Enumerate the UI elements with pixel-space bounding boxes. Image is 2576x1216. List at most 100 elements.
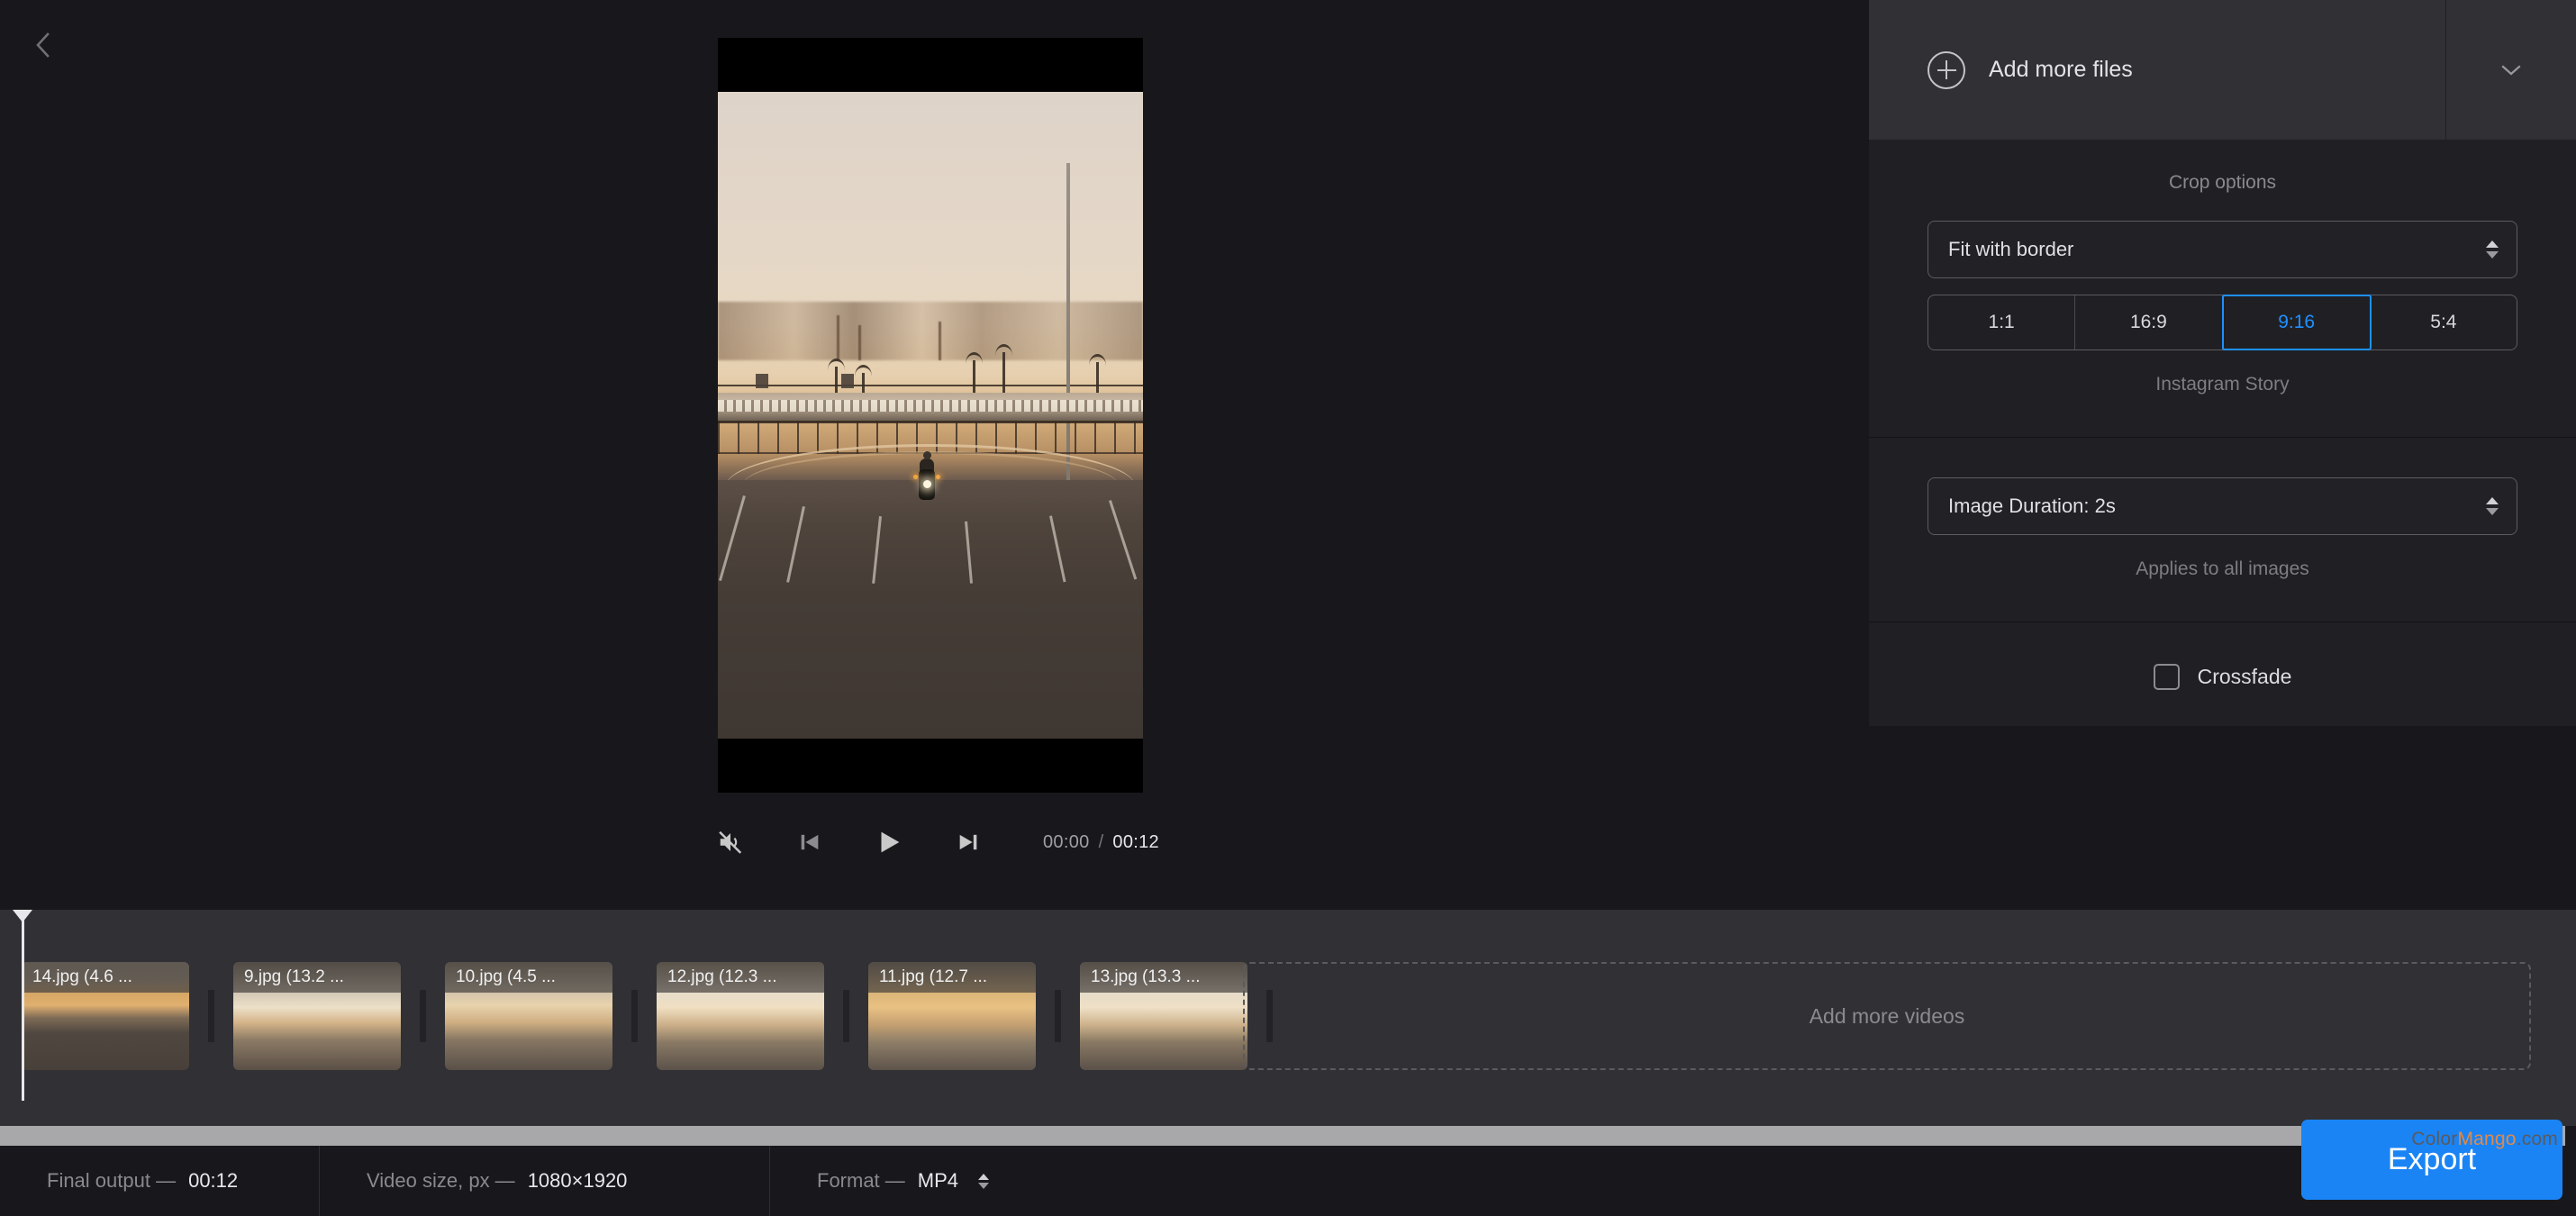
motorcycle-headlight — [922, 479, 931, 488]
skyline-silhouette — [718, 302, 1143, 360]
plus-circle-icon — [1927, 50, 1965, 89]
skip-next-icon — [959, 834, 977, 850]
clip-filename: 9.jpg (13.2 ... — [233, 962, 401, 993]
sign-box-right — [840, 374, 854, 389]
street-lamp-4 — [1089, 354, 1107, 396]
crop-options-title: Crop options — [2168, 172, 2277, 193]
chevron-left-icon — [36, 32, 50, 58]
crossfade-toggle[interactable]: Crossfade — [1927, 664, 2517, 690]
clip-separator — [1036, 962, 1080, 1070]
crossfade-checkbox[interactable] — [2153, 664, 2180, 690]
ratio-label: 1:1 — [1988, 312, 2015, 332]
bridge-balustrade — [718, 399, 1143, 413]
timeline-clip[interactable]: 10.jpg (4.5 ... — [445, 962, 612, 1070]
watermark-part-com: .com — [2516, 1129, 2558, 1149]
main-preview-area: 00:00 / 00:12 — [0, 0, 1869, 910]
mute-button[interactable] — [710, 821, 751, 863]
watermark-part-mango: Mango — [2457, 1129, 2517, 1149]
timeline-clip[interactable]: 9.jpg (13.2 ... — [233, 962, 401, 1070]
image-duration-section: Image Duration: 2s Applies to all images — [1869, 438, 2576, 622]
image-duration-caption: Applies to all images — [2136, 558, 2309, 579]
chevron-down-icon — [2501, 64, 2521, 75]
timeline-clip[interactable]: 14.jpg (4.6 ... — [22, 962, 189, 1070]
overhead-wire — [718, 385, 1143, 387]
lane-marking-6 — [1109, 499, 1138, 580]
clip-filename: 14.jpg (4.6 ... — [22, 962, 189, 993]
letterbox-bottom-bar — [718, 739, 1143, 793]
app-root: 00:00 / 00:12 Add more files Crop option… — [0, 0, 2576, 1216]
video-size-label: Video size, px — — [367, 1169, 515, 1192]
crop-mode-select[interactable]: Fit with border — [1927, 221, 2517, 278]
lane-marking-1 — [719, 495, 747, 581]
player-controls: 00:00 / 00:12 — [0, 815, 1869, 869]
image-duration-value: Image Duration: 2s — [1948, 495, 2116, 517]
timeline-playhead[interactable] — [13, 910, 32, 1101]
final-output-value: 00:12 — [188, 1169, 239, 1192]
add-more-videos-dropzone[interactable]: Add more videos — [1243, 962, 2531, 1070]
image-duration-select[interactable]: Image Duration: 2s — [1927, 477, 2517, 535]
crossfade-label: Crossfade — [2197, 665, 2292, 688]
total-time: 00:12 — [1112, 831, 1159, 852]
video-size-value: 1080×1920 — [527, 1169, 628, 1192]
add-more-files-button[interactable]: Add more files — [1869, 0, 2445, 140]
crossfade-section: Crossfade — [1869, 622, 2576, 726]
lane-marking-3 — [872, 516, 883, 584]
format-label: Format — — [817, 1169, 905, 1192]
watermark-part-color: Color — [2411, 1129, 2458, 1149]
spire-right — [939, 321, 942, 360]
blinker-right — [935, 474, 940, 479]
skip-previous-icon — [801, 834, 819, 850]
previous-button[interactable] — [789, 821, 830, 863]
next-button[interactable] — [948, 821, 989, 863]
clip-separator — [824, 962, 868, 1070]
ratio-label: 16:9 — [2129, 312, 2167, 332]
ratio-label: 5:4 — [2430, 312, 2457, 332]
timeline-clip[interactable]: 13.jpg (13.3 ... — [1080, 962, 1247, 1070]
play-button[interactable] — [868, 821, 910, 863]
street-lamp-1 — [827, 358, 845, 396]
timeline-horizontal-scrollbar[interactable] — [0, 1126, 2565, 1146]
current-time: 00:00 — [1043, 831, 1090, 852]
blinker-left — [912, 474, 918, 479]
timeline-clip[interactable]: 12.jpg (12.3 ... — [657, 962, 824, 1070]
timeline-clip[interactable]: 11.jpg (12.7 ... — [868, 962, 1036, 1070]
clip-filename: 11.jpg (12.7 ... — [868, 962, 1036, 993]
ratio-option-5-4[interactable]: 5:4 — [2371, 295, 2517, 349]
timeline-clip-list: 14.jpg (4.6 ... 9.jpg (13.2 ... 10.jpg (… — [22, 962, 1292, 1070]
ratio-label: 9:16 — [2278, 312, 2316, 332]
crop-preset-caption: Instagram Story — [2155, 374, 2290, 395]
aspect-ratio-group: 1:1 16:9 9:16 5:4 — [1927, 295, 2517, 350]
ratio-option-1-1[interactable]: 1:1 — [1928, 295, 2076, 349]
lane-marking-5 — [1049, 515, 1066, 583]
format-selector[interactable]: Format — MP4 — [770, 1146, 1130, 1216]
add-more-videos-label: Add more videos — [1809, 1003, 1965, 1028]
add-more-files-label: Add more files — [1989, 57, 2133, 82]
clip-separator — [189, 962, 233, 1070]
format-value: MP4 — [917, 1169, 959, 1192]
ratio-option-9-16[interactable]: 9:16 — [2221, 295, 2372, 350]
sidebar-header: Add more files — [1869, 0, 2576, 140]
collapse-panel-button[interactable] — [2445, 0, 2576, 140]
timeline[interactable]: 14.jpg (4.6 ... 9.jpg (13.2 ... 10.jpg (… — [0, 910, 2576, 1126]
ratio-option-16-9[interactable]: 16:9 — [2075, 295, 2223, 349]
format-stepper-icon[interactable] — [978, 1173, 990, 1189]
play-icon — [881, 831, 900, 853]
back-button[interactable] — [18, 20, 68, 70]
crop-mode-stepper-icon[interactable] — [2486, 240, 2499, 259]
street-lamp-2 — [966, 351, 984, 396]
final-output-label: Final output — — [47, 1169, 177, 1192]
street-lamp-3 — [995, 343, 1013, 396]
final-output-info: Final output — 00:12 — [0, 1146, 320, 1216]
rider-head — [922, 450, 931, 459]
colormango-watermark: ColorMango.com — [2411, 1129, 2558, 1150]
spire-left — [837, 314, 840, 360]
crop-mode-value: Fit with border — [1948, 238, 2074, 260]
spire-mid — [857, 324, 861, 360]
video-preview[interactable] — [718, 38, 1143, 793]
clip-separator — [401, 962, 445, 1070]
clip-filename: 13.jpg (13.3 ... — [1080, 962, 1247, 993]
letterbox-top-bar — [718, 38, 1143, 92]
image-duration-stepper-icon[interactable] — [2486, 497, 2499, 515]
lane-marking-4 — [964, 521, 973, 584]
time-display: 00:00 / 00:12 — [1043, 832, 1159, 853]
